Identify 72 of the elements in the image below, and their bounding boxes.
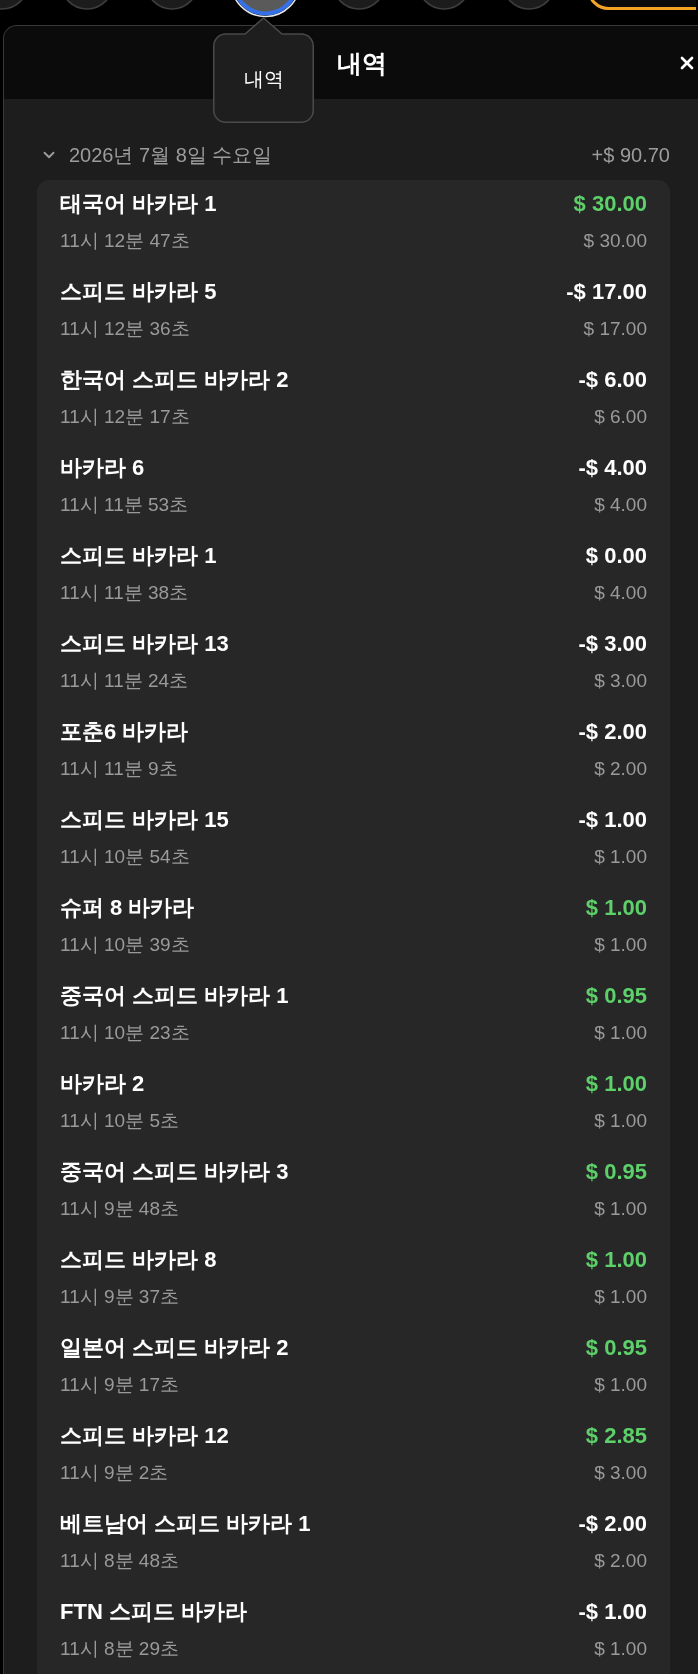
bet-time: 11시 11분 38초 <box>60 581 189 605</box>
bet-time: 11시 11분 24초 <box>60 669 189 693</box>
result-amount: -$ 17.00 <box>566 278 647 306</box>
stake-amount: $ 1.00 <box>594 1285 647 1309</box>
stake-amount: $ 4.00 <box>594 581 647 605</box>
date-group-toggle[interactable]: 2026년 7월 8일 수요일 <box>37 141 273 169</box>
bet-time: 11시 8분 29초 <box>60 1637 179 1661</box>
bet-time: 11시 10분 23초 <box>60 1021 190 1045</box>
stake-amount: $ 6.00 <box>594 405 647 429</box>
game-name: 스피드 바카라 15 <box>60 806 229 834</box>
game-name: 중국어 스피드 바카라 3 <box>60 1158 289 1186</box>
bet-time: 11시 12분 17초 <box>60 405 190 429</box>
bet-time: 11시 8분 48초 <box>60 1549 179 1573</box>
bet-time: 11시 12분 36초 <box>60 317 190 341</box>
game-name: 스피드 바카라 8 <box>60 1246 217 1274</box>
result-amount: $ 2.85 <box>585 1422 647 1450</box>
panel-title: 내역 <box>337 47 387 79</box>
bet-time: 11시 10분 54초 <box>60 845 190 869</box>
bet-time: 11시 10분 39초 <box>60 933 190 957</box>
stake-amount: $ 17.00 <box>583 317 647 341</box>
bet-time: 11시 12분 47초 <box>60 229 190 253</box>
stake-amount: $ 1.00 <box>594 1021 647 1045</box>
game-name: 슈퍼 8 바카라 <box>60 894 195 922</box>
game-name: 일본어 스피드 바카라 2 <box>60 1334 289 1362</box>
result-amount: -$ 1.00 <box>578 1598 647 1626</box>
game-name: 스피드 바카라 13 <box>60 630 229 658</box>
game-name: 한국어 스피드 바카라 2 <box>60 366 289 394</box>
stake-amount: $ 1.00 <box>594 1637 647 1661</box>
result-amount: $ 0.00 <box>585 542 647 570</box>
stake-amount: $ 3.00 <box>594 669 647 693</box>
result-amount: $ 0.95 <box>585 982 647 1010</box>
bet-time: 11시 9분 48초 <box>60 1197 179 1221</box>
group-total: +$ 90.70 <box>591 143 670 168</box>
result-amount: -$ 3.00 <box>578 630 647 658</box>
stake-amount: $ 1.00 <box>594 1373 647 1397</box>
result-amount: -$ 1.00 <box>578 806 647 834</box>
bet-time: 11시 10분 5초 <box>60 1109 179 1133</box>
stake-amount: $ 1.00 <box>594 1109 647 1133</box>
bet-time: 11시 9분 2초 <box>60 1461 169 1485</box>
result-amount: $ 1.00 <box>585 894 647 922</box>
game-name: 스피드 바카라 1 <box>60 542 217 570</box>
stake-amount: $ 3.00 <box>594 1461 647 1485</box>
game-name: 태국어 바카라 1 <box>60 190 217 218</box>
stake-amount: $ 2.00 <box>594 1549 647 1573</box>
game-name: FTN 스피드 바카라 <box>60 1598 247 1626</box>
bet-time: 11시 11분 9초 <box>60 757 178 781</box>
game-name: 스피드 바카라 5 <box>60 278 217 306</box>
bet-time: 11시 11분 53초 <box>60 493 189 517</box>
stake-amount: $ 1.00 <box>594 845 647 869</box>
result-amount: $ 1.00 <box>585 1246 647 1274</box>
result-amount: $ 0.95 <box>585 1334 647 1362</box>
stake-amount: $ 1.00 <box>594 1197 647 1221</box>
result-amount: -$ 6.00 <box>578 366 647 394</box>
result-amount: $ 30.00 <box>573 190 647 218</box>
stake-amount: $ 30.00 <box>583 229 647 253</box>
stake-amount: $ 2.00 <box>594 757 647 781</box>
game-name: 중국어 스피드 바카라 1 <box>60 982 289 1010</box>
stake-amount: $ 1.00 <box>594 933 647 957</box>
result-amount: -$ 2.00 <box>578 718 647 746</box>
game-name: 바카라 2 <box>60 1070 145 1098</box>
bet-time: 11시 9분 17초 <box>60 1373 179 1397</box>
stake-amount: $ 4.00 <box>594 493 647 517</box>
result-amount: $ 1.00 <box>585 1070 647 1098</box>
tooltip: 내역 <box>213 17 314 123</box>
game-name: 바카라 6 <box>60 454 145 482</box>
result-amount: $ 0.95 <box>585 1158 647 1186</box>
game-name: 스피드 바카라 12 <box>60 1422 229 1450</box>
result-amount: -$ 4.00 <box>578 454 647 482</box>
result-amount: -$ 2.00 <box>578 1510 647 1538</box>
game-name: 포춘6 바카라 <box>60 718 189 746</box>
bet-time: 11시 9분 37초 <box>60 1285 179 1309</box>
game-name: 베트남어 스피드 바카라 1 <box>60 1510 311 1538</box>
